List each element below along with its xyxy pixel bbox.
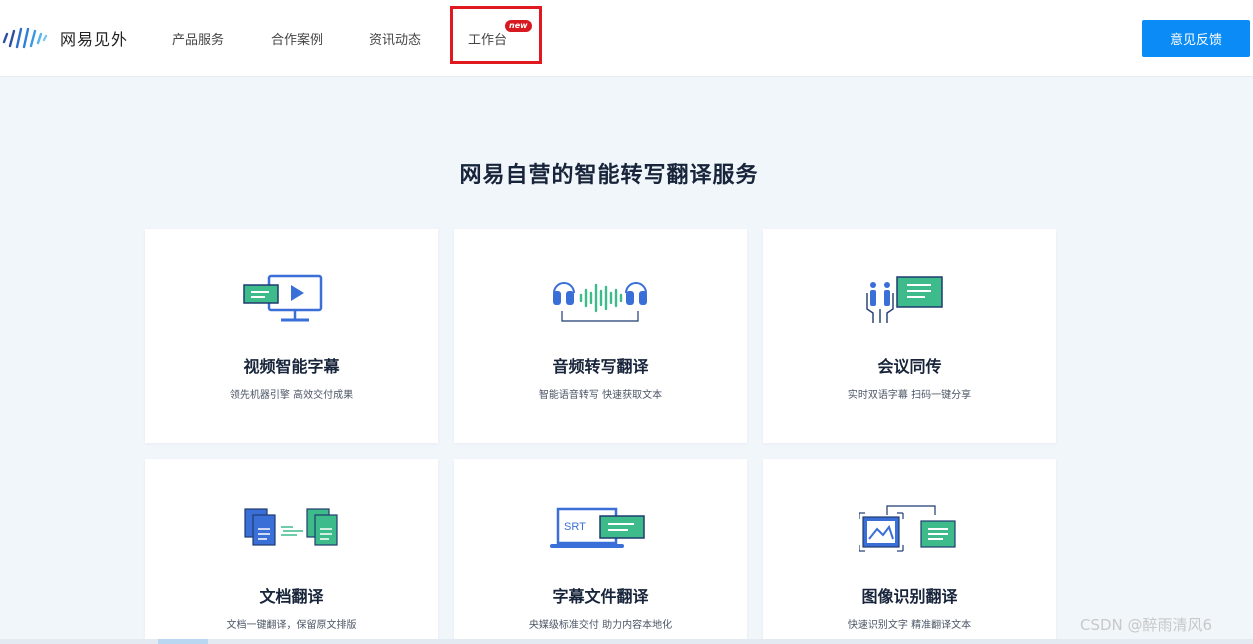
feedback-button[interactable]: 意见反馈 xyxy=(1142,20,1250,57)
nav-item-products[interactable]: 产品服务 xyxy=(172,29,224,48)
card-desc: 快速识别文字 精准翻译文本 xyxy=(847,620,972,631)
card-video-subtitle[interactable]: 视频智能字幕 领先机器引擎 高效交付成果 xyxy=(145,229,438,443)
subtitle-file-icon: SRT xyxy=(550,507,645,548)
card-title: 音频转写翻译 xyxy=(552,357,649,376)
logo-mark-icon xyxy=(2,27,48,49)
logo-text: 网易见外 xyxy=(60,30,129,49)
page-title: 网易自营的智能转写翻译服务 xyxy=(459,163,759,188)
card-title: 会议同传 xyxy=(877,357,942,376)
watermark: CSDN @醉雨清风6 xyxy=(1080,616,1213,634)
nav-item-cases[interactable]: 合作案例 xyxy=(271,29,323,48)
card-document-translate[interactable]: 文档翻译 文档一键翻译，保留原文排版 xyxy=(145,459,438,644)
audio-transcribe-icon xyxy=(553,282,647,322)
srt-label: SRT xyxy=(564,521,586,533)
workbench-highlight-box xyxy=(450,6,542,64)
card-audio-transcribe[interactable]: 音频转写翻译 智能语音转写 快速获取文本 xyxy=(454,229,747,443)
card-desc: 实时双语字幕 扫码一键分享 xyxy=(847,390,972,401)
card-image-ocr[interactable]: 图像识别翻译 快速识别文字 精准翻译文本 xyxy=(763,459,1056,644)
top-header: 网易见外 产品服务 合作案例 资讯动态 工作台 new 意见反馈 xyxy=(0,0,1253,77)
card-title: 图像识别翻译 xyxy=(861,587,958,606)
card-title: 字幕文件翻译 xyxy=(552,587,649,606)
card-desc: 文档一键翻译，保留原文排版 xyxy=(226,620,357,631)
video-subtitle-icon xyxy=(243,274,323,322)
scrollbar-thumb[interactable] xyxy=(158,639,208,644)
meeting-interpret-icon xyxy=(866,276,943,323)
card-desc: 智能语音转写 快速获取文本 xyxy=(538,390,663,401)
card-meeting-interpret[interactable]: 会议同传 实时双语字幕 扫码一键分享 xyxy=(763,229,1056,443)
card-title: 视频智能字幕 xyxy=(243,357,340,376)
nav-item-news[interactable]: 资讯动态 xyxy=(369,29,421,48)
card-subtitle-file[interactable]: SRT 字幕文件翻译 央媒级标准交付 助力内容本地化 xyxy=(454,459,747,644)
card-title: 文档翻译 xyxy=(259,587,324,606)
document-translate-icon xyxy=(244,508,338,546)
card-desc: 领先机器引擎 高效交付成果 xyxy=(229,390,354,401)
card-desc: 央媒级标准交付 助力内容本地化 xyxy=(528,620,673,631)
image-ocr-icon xyxy=(859,505,956,552)
horizontal-scrollbar[interactable] xyxy=(0,639,1253,644)
logo[interactable]: 网易见外 xyxy=(0,24,128,52)
